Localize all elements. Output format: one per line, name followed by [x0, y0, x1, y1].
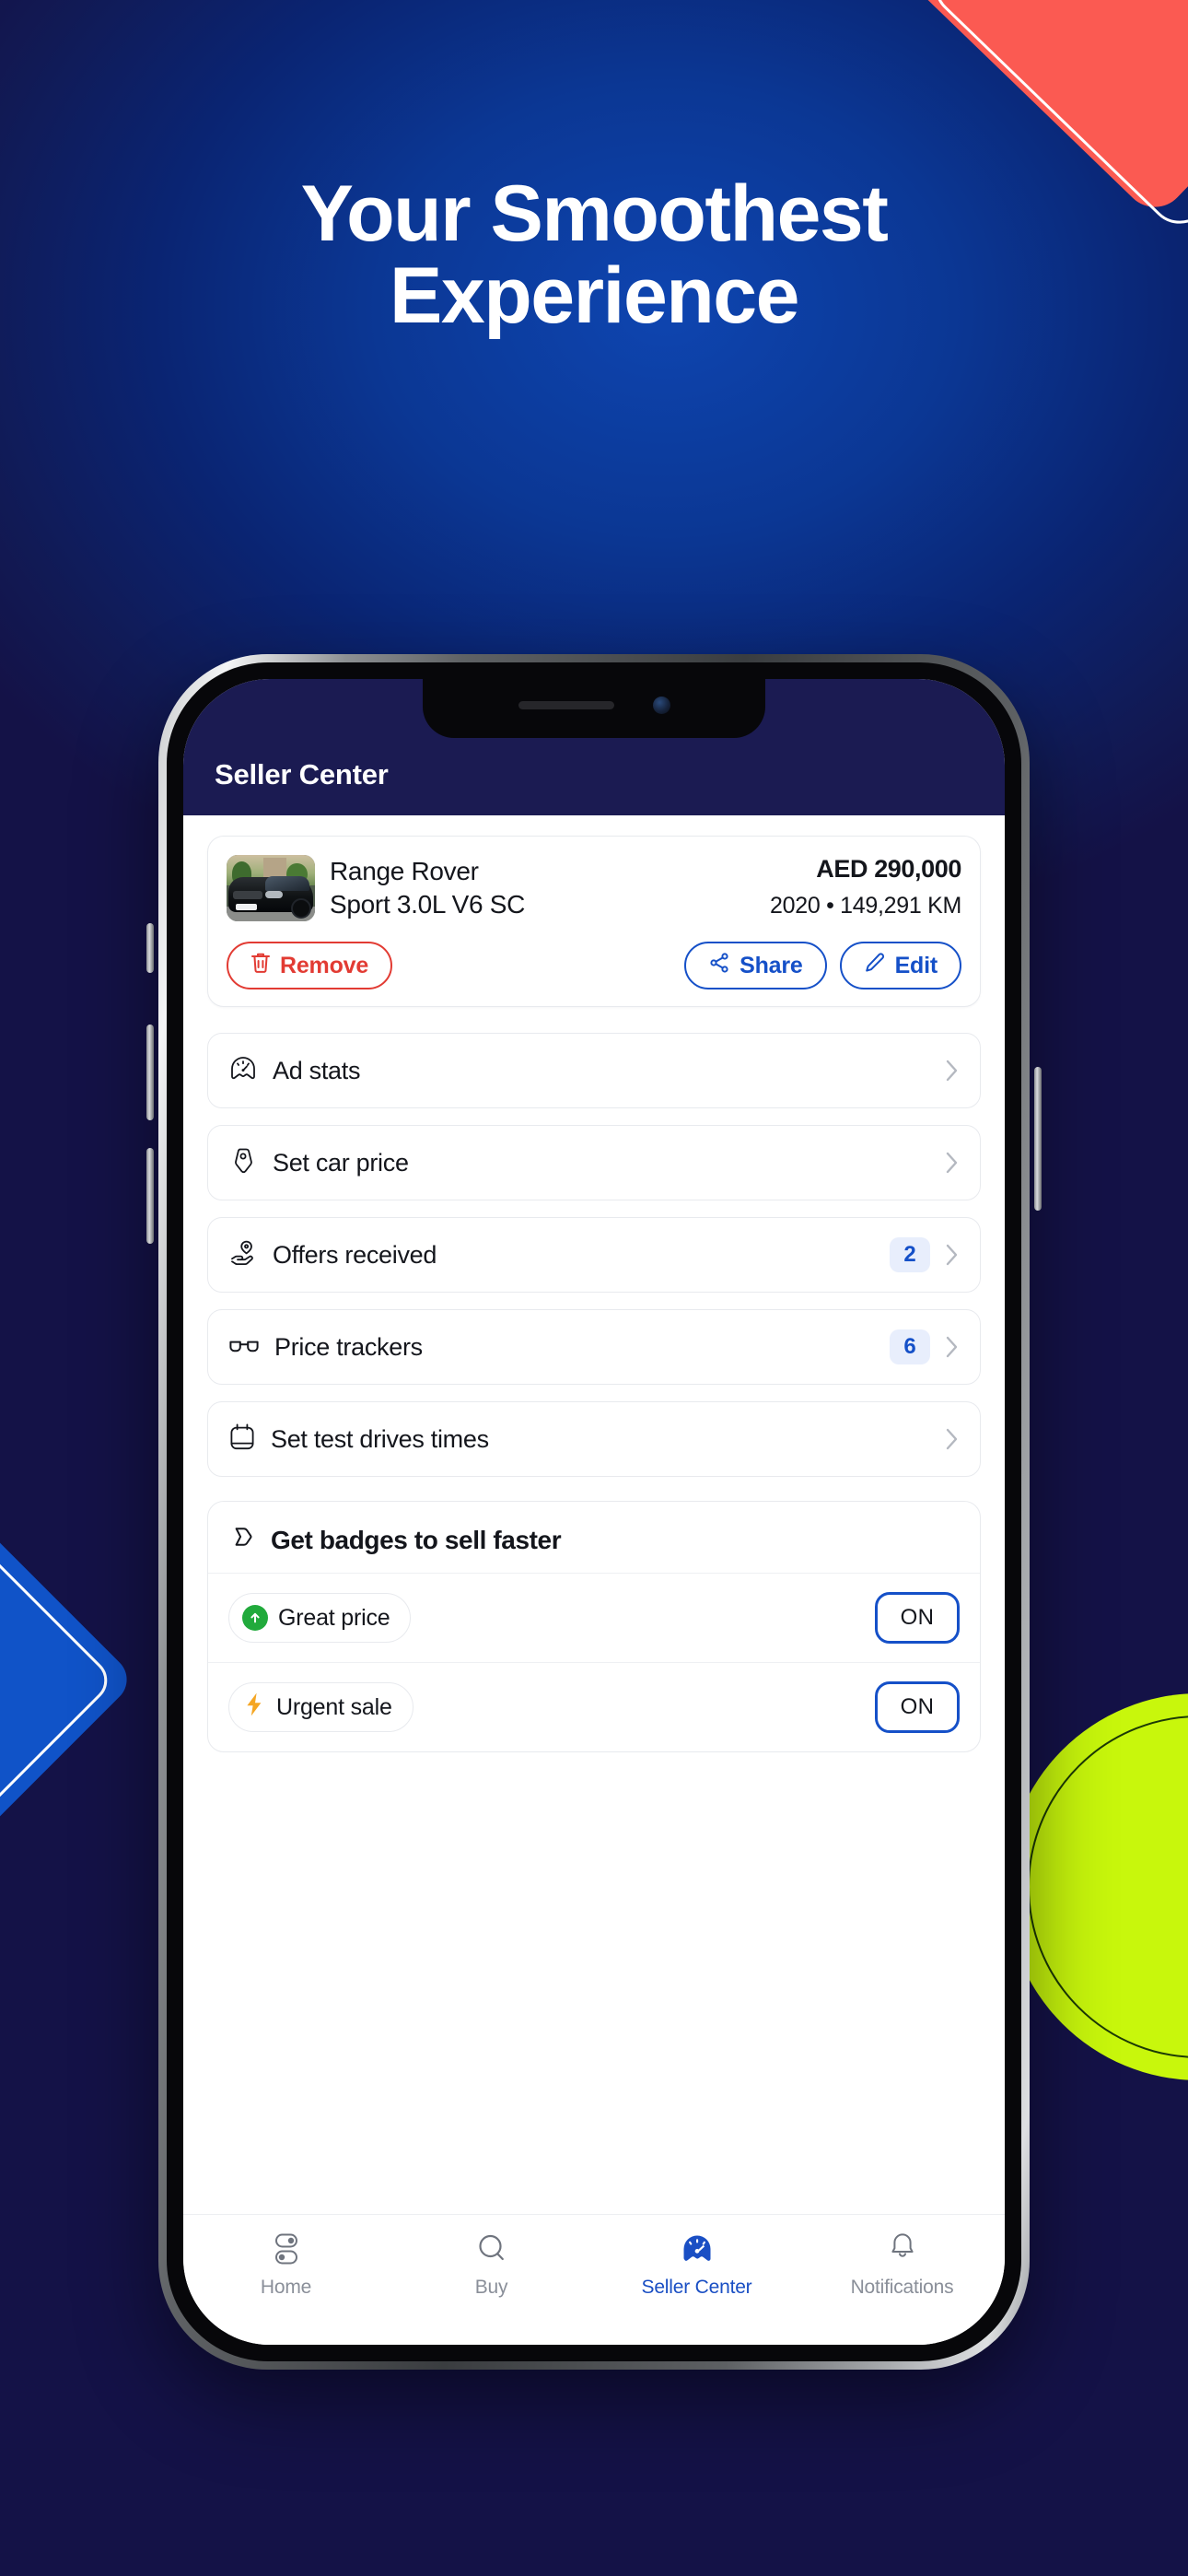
listing-meta: 2020 • 149,291 KM: [770, 893, 961, 919]
share-button[interactable]: Share: [684, 942, 827, 989]
bottom-tab-bar: Home Buy Seller Center Notifications: [183, 2214, 1005, 2345]
front-camera-icon: [652, 696, 670, 714]
edit-button[interactable]: Edit: [839, 942, 961, 989]
listing-title-line-1: Range Rover: [330, 857, 479, 885]
phone-volume-up-button: [146, 1025, 154, 1120]
phone-bezel: Seller Center Range Rover Sport 3.0L V6 …: [167, 662, 1021, 2361]
calendar-icon: [228, 1423, 256, 1457]
chevron-right-icon: [945, 1426, 960, 1452]
menu-item-label: Set test drives times: [271, 1424, 489, 1453]
tab-label: Seller Center: [641, 2277, 752, 2298]
badge-toggle-urgent-sale[interactable]: ON: [875, 1681, 960, 1733]
chevron-right-icon: [945, 1058, 960, 1083]
tab-seller-center[interactable]: Seller Center: [594, 2230, 799, 2299]
badge-toggle-great-price[interactable]: ON: [875, 1592, 960, 1644]
listing-title-block: Range Rover Sport 3.0L V6 SC: [330, 855, 755, 921]
listing-thumbnail[interactable]: [227, 855, 315, 921]
share-button-label: Share: [740, 952, 803, 978]
badge-row-urgent-sale: Urgent sale ON: [208, 1662, 980, 1751]
promo-screenshot: Your Smoothest Experience Seller Center: [0, 0, 1188, 2576]
menu-item-price-trackers[interactable]: Price trackers 6: [207, 1309, 981, 1385]
phone-mockup: Seller Center Range Rover Sport 3.0L V6 …: [146, 654, 1042, 2370]
menu-item-label: Set car price: [273, 1148, 409, 1177]
trash-icon: [250, 952, 271, 980]
tab-label: Notifications: [850, 2277, 954, 2298]
listing-card[interactable]: Range Rover Sport 3.0L V6 SC AED 290,000…: [207, 836, 981, 1007]
chevron-right-icon: [945, 1150, 960, 1176]
app-body: Range Rover Sport 3.0L V6 SC AED 290,000…: [183, 815, 1005, 2253]
speedometer-filled-icon: [679, 2230, 716, 2268]
price-tag-icon: [228, 1146, 258, 1180]
listing-summary: Range Rover Sport 3.0L V6 SC AED 290,000…: [227, 855, 961, 921]
sliders-icon: [270, 2230, 303, 2268]
badges-title: Get badges to sell faster: [271, 1525, 562, 1554]
chevron-right-icon: [945, 1334, 960, 1360]
headline-line-1: Your Smoothest: [300, 170, 889, 258]
listing-price-block: AED 290,000 2020 • 149,291 KM: [770, 855, 961, 919]
offers-count-badge: 2: [890, 1237, 930, 1272]
phone-power-button: [1034, 1067, 1042, 1211]
bell-icon: [886, 2230, 919, 2268]
speedometer-icon: [228, 1054, 258, 1088]
trackers-count-badge: 6: [890, 1329, 930, 1364]
tab-notifications[interactable]: Notifications: [799, 2230, 1005, 2299]
menu-item-label: Price trackers: [274, 1332, 423, 1361]
tab-home[interactable]: Home: [183, 2230, 389, 2299]
seller-menu-list: Ad stats Set car price Offers received 2…: [207, 1033, 981, 1477]
search-icon: [475, 2230, 508, 2268]
menu-item-ad-stats[interactable]: Ad stats: [207, 1033, 981, 1108]
pencil-icon: [864, 952, 886, 980]
badges-header: Get badges to sell faster: [208, 1502, 980, 1573]
chevron-right-icon: [945, 1242, 960, 1268]
hand-offer-icon: [228, 1238, 258, 1272]
remove-button[interactable]: Remove: [227, 942, 393, 989]
page-title: Seller Center: [215, 758, 389, 790]
listing-price: AED 290,000: [816, 855, 961, 883]
glasses-icon: [228, 1333, 260, 1362]
badge-tag-icon: [228, 1524, 256, 1556]
tab-buy[interactable]: Buy: [389, 2230, 594, 2299]
remove-button-label: Remove: [280, 952, 369, 978]
lightning-bolt-icon: [242, 1692, 266, 1724]
badge-chip-urgent-sale[interactable]: Urgent sale: [228, 1682, 413, 1732]
listing-title-line-2: Sport 3.0L V6 SC: [330, 889, 526, 919]
phone-silent-switch: [146, 923, 154, 973]
badge-chip-great-price[interactable]: Great price: [228, 1593, 412, 1643]
phone-notch: [423, 679, 765, 738]
tab-label: Buy: [474, 2277, 508, 2298]
badge-row-great-price: Great price ON: [208, 1573, 980, 1662]
green-arrow-up-icon: [242, 1605, 268, 1631]
edit-button-label: Edit: [894, 952, 938, 978]
decorative-blue-diamond-outline: [0, 1478, 117, 1883]
menu-item-offers-received[interactable]: Offers received 2: [207, 1217, 981, 1293]
menu-item-set-test-drives[interactable]: Set test drives times: [207, 1401, 981, 1477]
share-icon: [708, 952, 730, 980]
headline-line-2: Experience: [390, 252, 799, 341]
badge-label: Urgent sale: [276, 1693, 392, 1720]
phone-volume-down-button: [146, 1148, 154, 1244]
badge-label: Great price: [278, 1604, 390, 1631]
tab-label: Home: [260, 2277, 312, 2298]
menu-item-label: Offers received: [273, 1240, 437, 1269]
earpiece-speaker: [518, 700, 614, 709]
badges-card: Get badges to sell faster Great price ON…: [207, 1501, 981, 1752]
menu-item-set-car-price[interactable]: Set car price: [207, 1125, 981, 1200]
phone-screen: Seller Center Range Rover Sport 3.0L V6 …: [183, 679, 1005, 2345]
promo-headline: Your Smoothest Experience: [0, 170, 1188, 341]
listing-actions: Remove Share Edit: [227, 942, 961, 989]
menu-item-label: Ad stats: [273, 1056, 361, 1084]
